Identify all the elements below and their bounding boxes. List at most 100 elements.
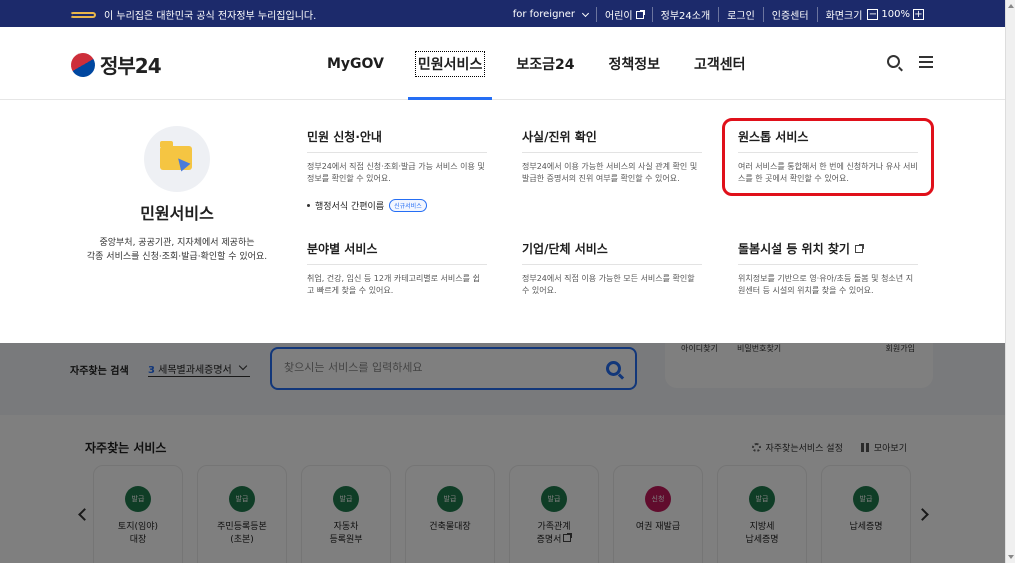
nav-tab-label: 민원서비스 — [414, 50, 486, 77]
issue-badge: 발급 — [853, 486, 879, 512]
gov-notice-text: 이 누리집은 대한민국 공식 전자정부 누리집입니다. — [104, 11, 317, 22]
search-icon[interactable] — [606, 361, 621, 376]
kids-link[interactable]: 어린이 — [596, 7, 652, 22]
menu-desc: 정부24에서 직접 이용 가능한 모든 서비스를 확인할 수 있어요. — [522, 274, 695, 295]
service-search-input[interactable] — [284, 361, 584, 374]
about-label: 정부24소개 — [660, 11, 711, 22]
issue-badge: 발급 — [749, 486, 775, 512]
issue-badge: 발급 — [125, 486, 151, 512]
service-card[interactable]: 발급가족관계증명서 — [509, 465, 599, 563]
zoom-in-button[interactable]: + — [913, 9, 924, 20]
cert-center-link[interactable]: 인증센터 — [762, 7, 817, 22]
service-card[interactable]: 발급건축물대장 — [405, 465, 495, 563]
menu-civil-apply[interactable]: 민원 신청·안내 정부24에서 직접 신청·조회·발급 가능 서비스 이용 및 … — [307, 128, 487, 212]
service-card[interactable]: 발급 주민등록등본 (초본) — [197, 465, 287, 563]
menu-care-location[interactable]: 돌봄시설 등 위치 찾기 위치정보를 기반으로 영·유아/초등 돌봄 및 청소년… — [738, 240, 918, 297]
card-label-line: 지방세 — [749, 522, 775, 532]
zoom-out-button[interactable]: − — [867, 9, 879, 20]
hamburger-menu-icon[interactable] — [919, 56, 933, 68]
foreigner-link[interactable]: for foreigner — [505, 9, 596, 20]
search-icon[interactable] — [887, 55, 900, 68]
signup-link[interactable]: 회원가입 — [886, 343, 915, 354]
gov-notice: 이 누리집은 대한민국 공식 전자정부 누리집입니다. — [70, 7, 316, 22]
nav-tab-label: 정책정보 — [608, 56, 660, 73]
service-card[interactable]: 발급자동차등록원부 — [301, 465, 391, 563]
card-label: 납세증명 — [822, 521, 910, 534]
mega-intro-desc: 중앙부처, 공공기관, 지자체에서 제공하는 각종 서비스를 신청·조회·발급·… — [82, 236, 272, 264]
card-label-line: 여권 재발급 — [635, 522, 681, 532]
service-card[interactable]: 발급납세증명 — [821, 465, 911, 563]
menu-business[interactable]: 기업/단체 서비스 정부24에서 직접 이용 가능한 모든 서비스를 확인할 수… — [522, 240, 702, 297]
nav-tab-civil-service[interactable]: 민원서비스 — [406, 27, 494, 100]
card-label: 지방세납세증명 — [718, 521, 806, 547]
login-label: 로그인 — [727, 11, 755, 22]
card-label-text: 증명서 — [536, 535, 562, 545]
view-all-label: 모아보기 — [873, 444, 907, 454]
mega-menu: 민원서비스 중앙부처, 공공기관, 지자체에서 제공하는 각종 서비스를 신청·… — [0, 100, 1005, 343]
quick-search-label: 자주찾는 검색 — [70, 366, 129, 377]
card-label-line: 건축물대장 — [429, 522, 471, 532]
find-id-link[interactable]: 아이디찾기 — [681, 343, 718, 354]
chevron-left-icon[interactable] — [78, 508, 91, 521]
login-link[interactable]: 로그인 — [718, 7, 763, 22]
utility-links: for foreigner 어린이 정부24소개 로그인 인증센터 화면크기 −… — [505, 7, 935, 22]
chevron-right-icon[interactable] — [916, 508, 929, 521]
bullet-icon — [307, 204, 310, 207]
service-card[interactable]: 발급지방세납세증명 — [717, 465, 807, 563]
card-label-line: 등록원부 — [329, 535, 363, 545]
menu-sub-form-names[interactable]: 행정서식 간편이름 신규서비스 — [307, 199, 487, 212]
site-logo[interactable]: 정부24 — [66, 48, 162, 81]
external-link-icon — [635, 9, 645, 19]
folder-cursor-icon — [144, 126, 210, 192]
mega-intro-desc-line: 각종 서비스를 신청·조회·발급·확인할 수 있어요. — [86, 252, 268, 262]
card-label-line: 대장 — [129, 535, 147, 545]
nav-tab-customer-center[interactable]: 고객센터 — [682, 27, 758, 100]
issue-badge: 발급 — [333, 486, 359, 512]
menu-title: 민원 신청·안내 — [307, 128, 487, 153]
service-search-box — [270, 347, 637, 390]
menu-title-text: 분야별 서비스 — [307, 242, 378, 256]
view-all-button[interactable]: 모아보기 — [860, 441, 907, 454]
frequent-tools: 자주찾는서비스 설정 모아보기 — [752, 441, 907, 454]
menu-by-field[interactable]: 분야별 서비스 취업, 건강, 임신 등 12개 카테고리별로 서비스를 쉽고 … — [307, 240, 487, 297]
nav-tab-subsidy[interactable]: 보조금24 — [504, 27, 586, 100]
taegeuk-logo-icon — [66, 48, 100, 81]
card-label: 토지(임야) 대장 — [94, 521, 182, 547]
service-card[interactable]: 발급토지(임야) 대장 — [93, 465, 183, 563]
chevron-down-icon — [238, 361, 248, 371]
issue-badge: 발급 — [437, 486, 463, 512]
gear-icon — [752, 443, 762, 452]
card-label-line: 가족관계 — [537, 522, 571, 532]
nav-tab-label: MyGOV — [327, 55, 384, 72]
gov-banner: 이 누리집은 대한민국 공식 전자정부 누리집입니다. for foreigne… — [0, 0, 1005, 27]
foreigner-label: for foreigner — [512, 9, 576, 20]
settings-label: 자주찾는서비스 설정 — [765, 444, 843, 454]
scroll-up-icon[interactable] — [1008, 4, 1014, 8]
quick-search-select[interactable]: 3 세목별과세증명서 — [148, 361, 250, 377]
nav-tab-policy[interactable]: 정책정보 — [596, 27, 672, 100]
menu-fact-check[interactable]: 사실/진위 확인 정부24에서 이용 가능한 서비스의 사실 관계 확인 및 발… — [522, 128, 702, 185]
card-label: 주민등록등본 (초본) — [198, 521, 286, 547]
issue-badge: 발급 — [541, 486, 567, 512]
find-password-link[interactable]: 비밀번호찾기 — [737, 343, 781, 354]
select-value: 세목별과세증명서 — [158, 365, 232, 376]
nav-tab-label: 고객센터 — [693, 56, 746, 73]
nav-tab-label: 보조금24 — [516, 56, 575, 73]
card-label-line: 납세증명 — [745, 535, 779, 545]
mega-intro-title: 민원서비스 — [140, 204, 214, 223]
card-label-line: 납세증명 — [849, 522, 883, 532]
card-label: 여권 재발급 — [614, 521, 702, 534]
about-link[interactable]: 정부24소개 — [651, 7, 719, 22]
menu-desc: 위치정보를 기반으로 영·유아/초등 돌봄 및 청소년 지원센터 등 시설의 위… — [738, 274, 914, 295]
site-header: 정부24 MyGOV 민원서비스 보조금24 정책정보 고객센터 — [0, 27, 1005, 100]
nav-tab-mygov[interactable]: MyGOV — [315, 27, 396, 100]
menu-title: 돌봄시설 등 위치 찾기 — [738, 240, 918, 265]
main-page: 자주찾는 검색 3 세목별과세증명서 아이디찾기 비밀번호찾기 회원가입 자주찾… — [0, 333, 1005, 563]
vertical-scrollbar[interactable] — [1005, 0, 1015, 563]
scroll-down-icon[interactable] — [1008, 555, 1014, 559]
service-card[interactable]: 신청 여권 재발급 — [613, 465, 703, 563]
kids-label: 어린이 — [605, 11, 633, 22]
card-label-line: 자동차 — [333, 522, 359, 532]
mega-intro-desc-line: 중앙부처, 공공기관, 지자체에서 제공하는 — [99, 238, 255, 248]
frequent-settings-button[interactable]: 자주찾는서비스 설정 — [752, 441, 843, 454]
